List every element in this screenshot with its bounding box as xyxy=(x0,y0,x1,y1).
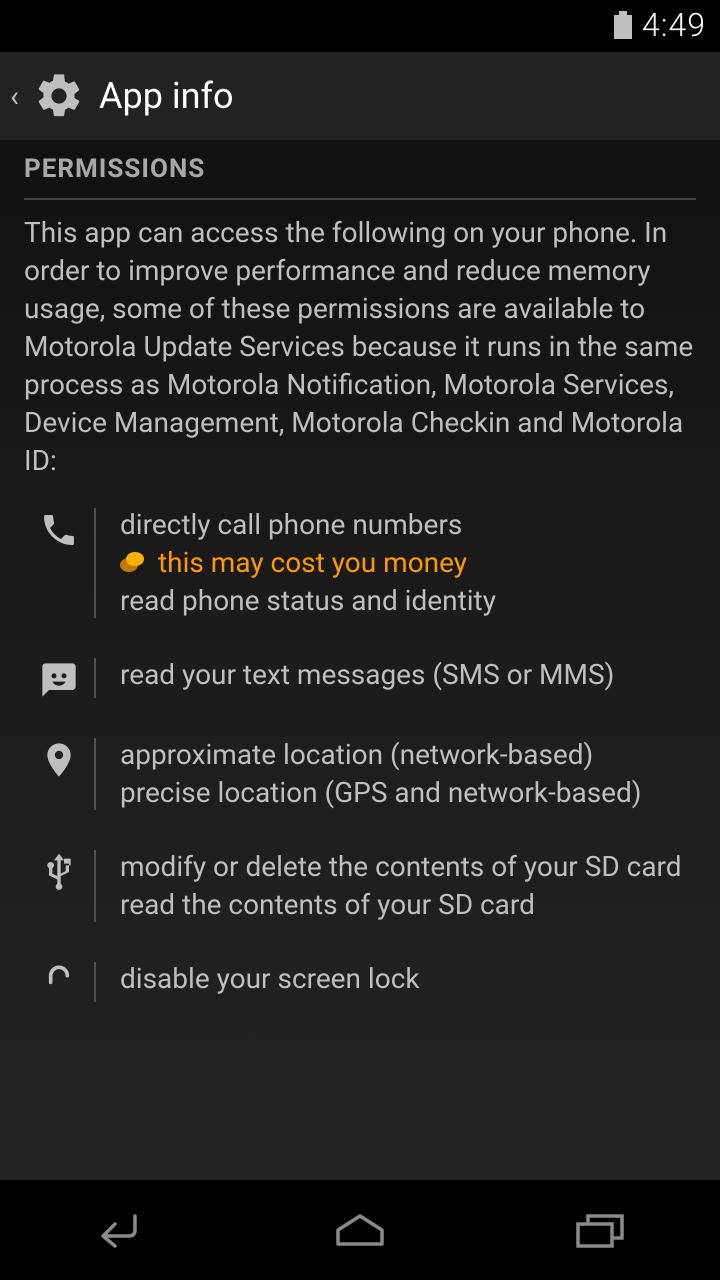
permission-item-storage: modify or delete the contents of your SD… xyxy=(24,848,696,924)
permission-text: precise location (GPS and network-based) xyxy=(120,774,696,812)
section-header: PERMISSIONS xyxy=(0,154,720,192)
permission-text: approximate location (network-based) xyxy=(120,736,696,774)
nav-recent-button[interactable] xyxy=(540,1200,660,1260)
permission-text: modify or delete the contents of your SD… xyxy=(120,848,696,886)
permission-text: read the contents of your SD card xyxy=(120,886,696,924)
usb-icon xyxy=(39,852,79,924)
status-bar: 4:49 xyxy=(0,0,720,50)
permission-item-location: approximate location (network-based) pre… xyxy=(24,736,696,812)
permission-text: disable your screen lock xyxy=(120,960,696,998)
permission-text: read your text messages (SMS or MMS) xyxy=(120,656,696,694)
location-pin-icon xyxy=(39,740,79,812)
nav-home-button[interactable] xyxy=(300,1200,420,1260)
permissions-description: This app can access the following on you… xyxy=(0,214,720,506)
content-scroll[interactable]: PERMISSIONS This app can access the foll… xyxy=(0,140,720,1180)
permission-warning-text: this may cost you money xyxy=(158,544,467,582)
coins-icon xyxy=(120,552,146,574)
settings-gear-icon[interactable] xyxy=(33,70,85,122)
page-title: App info xyxy=(99,75,234,117)
navigation-bar xyxy=(0,1180,720,1280)
permission-item-lockscreen: disable your screen lock xyxy=(24,960,696,1004)
section-title: PERMISSIONS xyxy=(24,154,696,184)
battery-icon xyxy=(614,11,632,39)
nav-back-button[interactable] xyxy=(60,1200,180,1260)
section-divider xyxy=(24,198,696,200)
sms-icon xyxy=(39,660,79,700)
back-caret-icon[interactable]: ‹ xyxy=(10,79,19,114)
permission-item-phone: directly call phone numbers this may cos… xyxy=(24,506,696,620)
permission-text: directly call phone numbers xyxy=(120,506,696,544)
permission-text: read phone status and identity xyxy=(120,582,696,620)
unlock-icon xyxy=(39,964,79,1004)
phone-icon xyxy=(39,510,79,620)
permission-cost-warning: this may cost you money xyxy=(120,544,696,582)
status-time: 4:49 xyxy=(642,6,706,44)
action-bar[interactable]: ‹ App info xyxy=(0,50,720,140)
permissions-list: directly call phone numbers this may cos… xyxy=(0,506,720,1004)
permission-item-sms: read your text messages (SMS or MMS) xyxy=(24,656,696,700)
